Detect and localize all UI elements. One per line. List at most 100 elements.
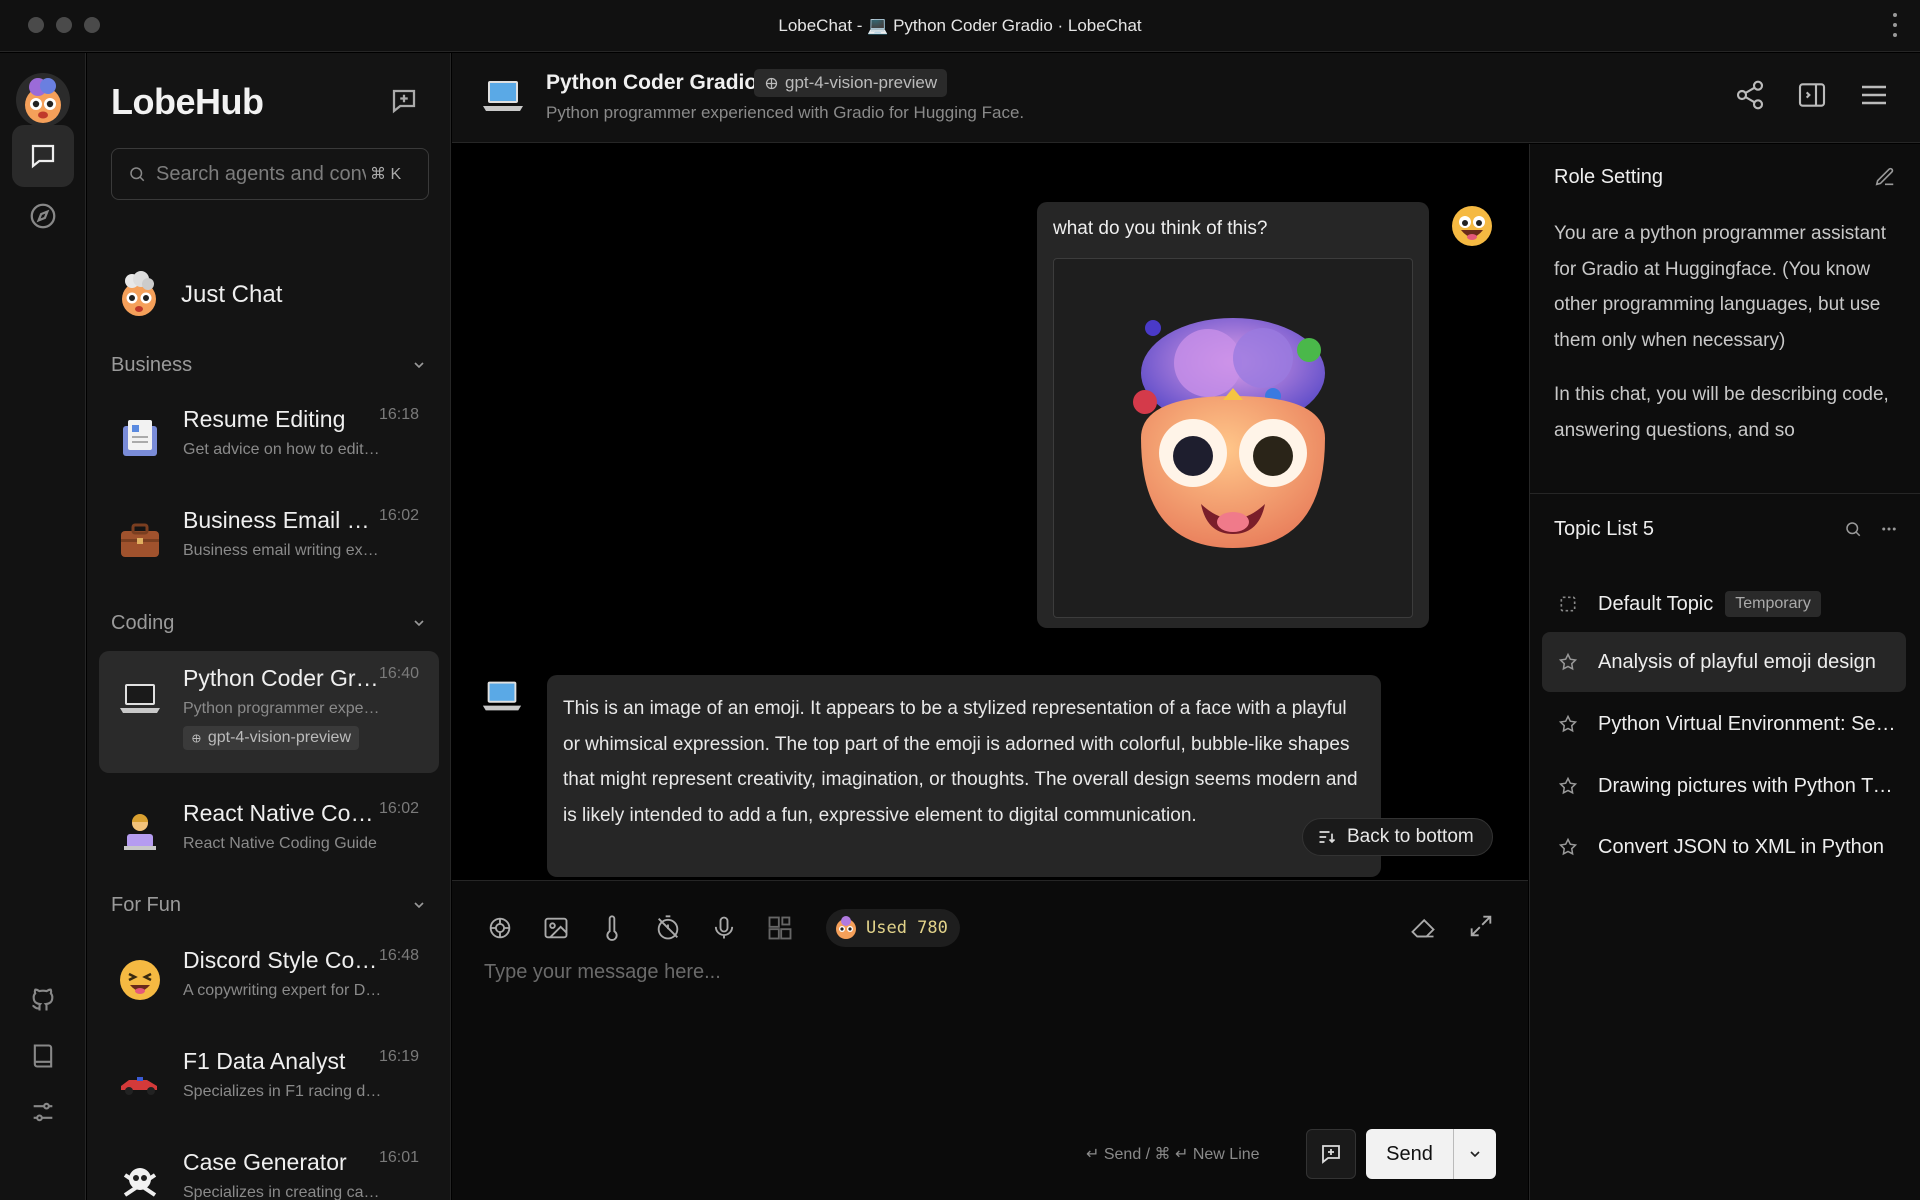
assistant-avatar[interactable] — [480, 674, 524, 718]
user-avatar[interactable] — [1450, 204, 1494, 248]
edit-role-button[interactable] — [1874, 166, 1898, 190]
star-icon[interactable] — [1556, 712, 1580, 736]
topic-item[interactable]: Convert JSON to XML in Python — [1542, 817, 1906, 877]
new-topic-icon — [1322, 1145, 1340, 1164]
more-horizontal-icon — [1882, 527, 1896, 531]
topic-item[interactable]: Python Virtual Environment: Setup Guide — [1542, 694, 1906, 754]
history-limit-button[interactable] — [652, 912, 684, 944]
openai-icon — [192, 733, 201, 743]
topic-item-default[interactable]: Default Topic Temporary — [1542, 574, 1906, 634]
nav-chat-button[interactable] — [12, 125, 74, 187]
window-menu-icon[interactable] — [1892, 13, 1898, 37]
session-name: Business Email Writing Expert — [183, 507, 383, 533]
star-icon[interactable] — [1556, 835, 1580, 859]
agent-subtitle: Python programmer experienced with Gradi… — [546, 103, 1025, 122]
plugins-button[interactable] — [764, 912, 796, 944]
send-options-button[interactable] — [1454, 1129, 1496, 1179]
search-topics-button[interactable] — [1844, 520, 1862, 543]
model-settings-button[interactable] — [484, 912, 516, 944]
chat-input-area: Used 780 ↵ Send / ⌘ ↵ New Line Send — [452, 880, 1528, 1200]
session-name: Python Coder Gradio — [183, 665, 383, 691]
openai-icon — [765, 77, 778, 89]
session-name: Discord Style Copywriting Expert — [183, 947, 383, 973]
role-paragraph: You are a python programmer assistant fo… — [1554, 223, 1886, 351]
session-item[interactable]: F1 Data Analyst Specializes in F1 racing… — [99, 1034, 439, 1120]
new-chat-icon — [392, 89, 416, 114]
share-button[interactable] — [1732, 77, 1768, 113]
topic-more-button[interactable] — [1880, 520, 1898, 543]
just-chat-item[interactable]: Just Chat — [99, 258, 439, 332]
group-coding[interactable]: Coding — [111, 608, 427, 638]
role-setting-title: Role Setting — [1554, 166, 1663, 188]
user-message-text: what do you think of this? — [1053, 218, 1268, 239]
topic-title: Drawing pictures with Python Turtle — [1598, 774, 1898, 797]
toggle-panel-button[interactable] — [1794, 77, 1830, 113]
back-to-bottom-button[interactable]: Back to bottom — [1302, 818, 1493, 856]
agent-laptop-icon — [480, 73, 526, 119]
close-window-button[interactable] — [28, 17, 44, 33]
back-to-bottom-label: Back to bottom — [1347, 826, 1474, 847]
session-desc: React Native Coding Guide — [183, 835, 377, 852]
nav-settings-button[interactable] — [12, 1081, 74, 1143]
search-input[interactable] — [156, 162, 366, 186]
topic-title: Convert JSON to XML in Python — [1598, 835, 1885, 858]
group-business[interactable]: Business — [111, 350, 427, 380]
brand-logo: LobeHub — [111, 81, 264, 122]
session-item[interactable]: Resume Editing Get advice on how to edit… — [99, 392, 439, 478]
thermometer-icon — [606, 915, 618, 941]
menu-button[interactable] — [1856, 77, 1892, 113]
attached-image[interactable] — [1053, 258, 1413, 618]
minimize-window-button[interactable] — [56, 17, 72, 33]
star-icon[interactable] — [1556, 774, 1580, 798]
window-title: LobeChat - 💻 Python Coder Gradio · LobeC… — [778, 15, 1142, 35]
session-model-tag: gpt-4-vision-preview — [183, 726, 359, 750]
new-chat-button[interactable] — [386, 83, 422, 119]
topic-item-active[interactable]: Analysis of playful emoji design — [1542, 632, 1906, 692]
temporary-badge: Temporary — [1725, 591, 1821, 617]
session-name: React Native Coding Guide — [183, 800, 383, 826]
session-desc: Specializes in F1 racing data — [183, 1083, 383, 1100]
resume-avatar-icon — [115, 414, 165, 464]
nav-docs-button[interactable] — [12, 1025, 74, 1087]
new-topic-button[interactable] — [1306, 1129, 1356, 1179]
session-item[interactable]: Discord Style Copywriting Expert A copyw… — [99, 933, 439, 1019]
session-time: 16:02 — [378, 507, 419, 524]
star-icon[interactable] — [1556, 650, 1580, 674]
search-box[interactable]: ⌘ K — [111, 148, 429, 200]
maximize-window-button[interactable] — [84, 17, 100, 33]
role-setting-text: You are a python programmer assistant fo… — [1554, 216, 1904, 471]
assistant-message-text: This is an image of an emoji. It appears… — [563, 698, 1358, 826]
expand-input-button[interactable] — [1464, 909, 1498, 943]
emoji-image — [1133, 318, 1325, 548]
nav-discover-button[interactable] — [12, 185, 74, 247]
group-for-fun[interactable]: For Fun — [111, 890, 427, 920]
chat-messages[interactable]: what do you think of this? This is an im… — [452, 144, 1528, 880]
squinting-face-icon — [115, 955, 165, 1005]
voice-input-button[interactable] — [708, 912, 740, 944]
window-controls[interactable] — [28, 17, 100, 33]
session-item[interactable]: Case Generator Specializes in creating c… — [99, 1135, 439, 1200]
session-item[interactable]: React Native Coding Guide React Native C… — [99, 786, 439, 872]
send-button[interactable]: Send — [1366, 1129, 1454, 1179]
user-avatar-rail[interactable] — [16, 73, 70, 127]
model-tag[interactable]: gpt-4-vision-preview — [754, 69, 948, 97]
upload-image-button[interactable] — [540, 912, 572, 944]
session-desc: A copywriting expert for Discord — [183, 982, 383, 999]
temperature-button[interactable] — [596, 912, 628, 944]
session-item[interactable]: Business Email Writing Expert Business e… — [99, 493, 439, 579]
briefcase-icon — [115, 515, 165, 565]
scroll-down-icon — [1319, 831, 1336, 844]
compass-icon — [30, 203, 56, 229]
topic-item[interactable]: Drawing pictures with Python Turtle — [1542, 756, 1906, 816]
hamburger-icon — [1862, 85, 1886, 105]
message-input[interactable] — [484, 961, 1494, 1111]
clear-button[interactable] — [1406, 909, 1440, 943]
token-usage-badge[interactable]: Used 780 — [826, 909, 960, 947]
race-car-icon — [115, 1056, 165, 1106]
agent-title[interactable]: Python Coder Gradio — [546, 71, 757, 95]
session-tag-label: gpt-4-vision-preview — [207, 729, 351, 746]
topic-list-title: Topic List 5 — [1554, 518, 1655, 540]
nav-github-button[interactable] — [12, 969, 74, 1031]
session-item-active[interactable]: Python Coder Gradio Python programmer ex… — [99, 651, 439, 773]
laptop-icon — [482, 681, 522, 711]
